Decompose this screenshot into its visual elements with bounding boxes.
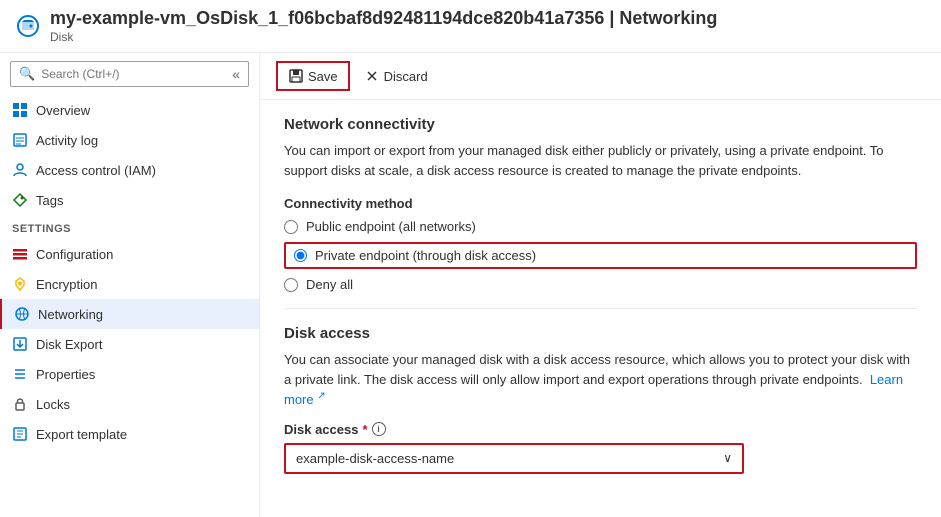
sidebar-label-encryption: Encryption	[36, 277, 97, 292]
network-connectivity-section: Network connectivity You can import or e…	[284, 116, 917, 292]
main-content: Save Discard Network connectivity You ca…	[260, 53, 941, 517]
tags-icon	[12, 192, 28, 208]
sidebar-item-locks[interactable]: Locks	[0, 389, 259, 419]
discard-button[interactable]: Discard	[354, 63, 438, 89]
save-label: Save	[308, 69, 338, 84]
search-input[interactable]	[41, 67, 226, 81]
page-subtitle: Disk	[50, 30, 717, 44]
external-link-icon: ↗	[317, 391, 325, 402]
sidebar-item-export-template[interactable]: Export template	[0, 419, 259, 449]
chevron-down-icon: ∨	[723, 451, 732, 465]
content-area: Network connectivity You can import or e…	[260, 100, 941, 490]
info-icon[interactable]: i	[372, 422, 386, 436]
network-connectivity-title: Network connectivity	[284, 116, 917, 133]
export-template-icon	[12, 426, 28, 442]
toolbar: Save Discard	[260, 53, 941, 100]
sidebar-item-access-control[interactable]: Access control (IAM)	[0, 155, 259, 185]
encryption-icon	[12, 276, 28, 292]
disk-access-section: Disk access You can associate your manag…	[284, 325, 917, 474]
sidebar-item-activity-log[interactable]: Activity log	[0, 125, 259, 155]
sidebar-label-tags: Tags	[36, 193, 63, 208]
network-connectivity-description: You can import or export from your manag…	[284, 141, 917, 180]
activity-log-icon	[12, 132, 28, 148]
search-box[interactable]: 🔍 «	[10, 61, 249, 87]
collapse-button[interactable]: «	[232, 66, 240, 82]
save-icon	[288, 68, 304, 84]
locks-icon	[12, 396, 28, 412]
networking-icon	[14, 306, 30, 322]
sidebar-label-configuration: Configuration	[36, 247, 113, 262]
properties-icon	[12, 366, 28, 382]
radio-public[interactable]: Public endpoint (all networks)	[284, 219, 917, 234]
disk-access-field-label: Disk access * i	[284, 422, 917, 437]
required-indicator: *	[362, 422, 367, 437]
save-button[interactable]: Save	[276, 61, 350, 91]
sidebar-item-properties[interactable]: Properties	[0, 359, 259, 389]
connectivity-method-label: Connectivity method	[284, 196, 917, 211]
radio-public-label: Public endpoint (all networks)	[306, 219, 476, 234]
radio-private-selected[interactable]: Private endpoint (through disk access)	[284, 242, 917, 269]
configuration-icon	[12, 246, 28, 262]
radio-deny-label: Deny all	[306, 277, 353, 292]
radio-private-label: Private endpoint (through disk access)	[315, 248, 536, 263]
sidebar-label-locks: Locks	[36, 397, 70, 412]
sidebar-label-networking: Networking	[38, 307, 103, 322]
radio-public-input[interactable]	[284, 220, 298, 234]
overview-icon	[12, 102, 28, 118]
search-icon: 🔍	[19, 66, 35, 82]
sidebar-label-export-template: Export template	[36, 427, 127, 442]
sidebar-label-overview: Overview	[36, 103, 90, 118]
access-control-icon	[12, 162, 28, 178]
disk-access-title: Disk access	[284, 325, 917, 342]
sidebar-item-configuration[interactable]: Configuration	[0, 239, 259, 269]
sidebar-item-networking[interactable]: Networking	[0, 299, 259, 329]
section-divider	[284, 308, 917, 309]
connectivity-method-radio-group: Public endpoint (all networks) Private e…	[284, 219, 917, 292]
discard-icon	[364, 68, 380, 84]
discard-label: Discard	[384, 69, 428, 84]
sidebar-item-tags[interactable]: Tags	[0, 185, 259, 215]
disk-access-dropdown[interactable]: example-disk-access-name ∨	[284, 443, 744, 474]
sidebar-label-disk-export: Disk Export	[36, 337, 102, 352]
dropdown-value: example-disk-access-name	[296, 451, 454, 466]
page-title: my-example-vm_OsDisk_1_f06bcbaf8d9248119…	[50, 8, 717, 29]
page-header: my-example-vm_OsDisk_1_f06bcbaf8d9248119…	[0, 0, 941, 53]
settings-section-header: Settings	[0, 215, 259, 239]
disk-export-icon	[12, 336, 28, 352]
sidebar-label-activity-log: Activity log	[36, 133, 98, 148]
disk-access-description: You can associate your managed disk with…	[284, 350, 917, 410]
sidebar-label-properties: Properties	[36, 367, 95, 382]
radio-private-input[interactable]	[294, 249, 307, 262]
sidebar-item-encryption[interactable]: Encryption	[0, 269, 259, 299]
sidebar-label-access-control: Access control (IAM)	[36, 163, 156, 178]
sidebar: 🔍 « Overview Activity log Access control…	[0, 53, 260, 517]
sidebar-item-disk-export[interactable]: Disk Export	[0, 329, 259, 359]
sidebar-item-overview[interactable]: Overview	[0, 95, 259, 125]
disk-icon	[16, 14, 40, 38]
radio-deny-input[interactable]	[284, 278, 298, 292]
radio-deny[interactable]: Deny all	[284, 277, 917, 292]
